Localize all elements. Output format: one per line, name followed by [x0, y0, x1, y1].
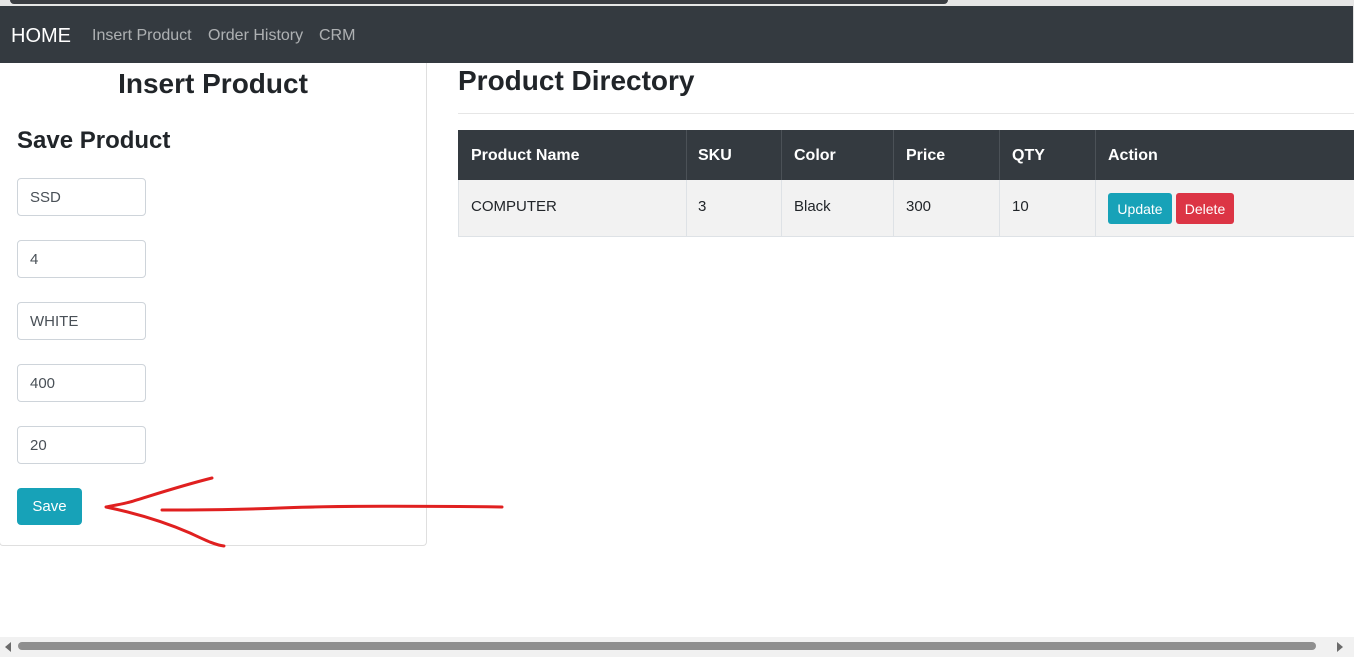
top-navbar: HOME Insert Product Order History CRM — [0, 6, 1354, 63]
column-divider — [1095, 130, 1096, 180]
column-divider — [999, 180, 1000, 237]
scroll-right-arrow-icon[interactable] — [1335, 641, 1345, 653]
cell-sku: 3 — [698, 198, 707, 215]
qty-field[interactable] — [17, 426, 146, 464]
col-header-color: Color — [794, 147, 836, 164]
scrollbar-thumb[interactable] — [18, 642, 1316, 650]
save-product-heading: Save Product — [17, 127, 171, 154]
column-divider — [686, 130, 687, 180]
divider — [458, 113, 1354, 114]
color-field[interactable] — [17, 302, 146, 340]
table-row: COMPUTER 3 Black 300 10 Update Delete — [458, 180, 1354, 237]
nav-insert-product-link[interactable]: Insert Product — [92, 26, 192, 46]
cell-price: 300 — [906, 198, 932, 215]
cell-color: Black — [794, 198, 831, 215]
browser-tab-bar — [10, 0, 948, 4]
delete-button[interactable]: Delete — [1176, 193, 1234, 224]
scroll-left-arrow-icon[interactable] — [3, 641, 13, 653]
col-header-price: Price — [906, 147, 946, 164]
update-button[interactable]: Update — [1108, 193, 1172, 224]
column-divider — [893, 180, 894, 237]
col-header-action: Action — [1108, 147, 1158, 164]
column-divider — [999, 130, 1000, 180]
column-divider — [686, 180, 687, 237]
insert-product-card: Insert Product Save Product Save — [0, 63, 427, 546]
cell-qty: 10 — [1012, 198, 1029, 215]
product-directory-title: Product Directory — [458, 65, 695, 96]
column-divider — [893, 130, 894, 180]
col-header-sku: SKU — [698, 147, 732, 164]
price-field[interactable] — [17, 364, 146, 402]
table-header: Product Name SKU Color Price QTY Action — [458, 130, 1354, 180]
sku-field[interactable] — [17, 240, 146, 278]
insert-product-title: Insert Product — [118, 68, 308, 99]
nav-home-link[interactable]: HOME — [11, 24, 71, 48]
column-divider — [781, 180, 782, 237]
column-divider — [1095, 180, 1096, 237]
col-header-qty: QTY — [1012, 147, 1045, 164]
cell-product-name: COMPUTER — [471, 198, 557, 215]
col-header-product-name: Product Name — [471, 147, 580, 164]
nav-order-history-link[interactable]: Order History — [208, 26, 303, 46]
nav-crm-link[interactable]: CRM — [319, 26, 355, 46]
horizontal-scrollbar[interactable] — [0, 637, 1354, 657]
column-divider — [781, 130, 782, 180]
product-name-field[interactable] — [17, 178, 146, 216]
save-button[interactable]: Save — [17, 488, 82, 525]
